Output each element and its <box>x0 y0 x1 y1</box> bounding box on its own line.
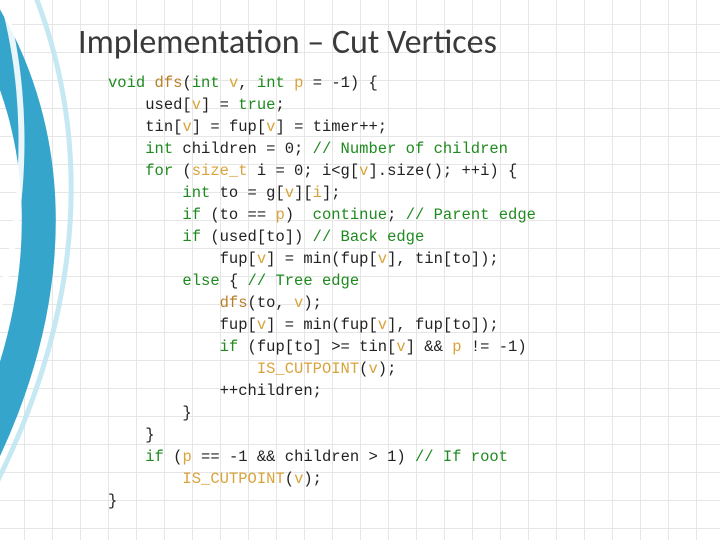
code-text: ].size(); ++i) { <box>368 162 517 180</box>
code-text: (to == <box>201 206 275 224</box>
code-text: ] = timer++; <box>275 118 387 136</box>
var-v: v <box>378 316 387 334</box>
var-v: v <box>396 338 405 356</box>
keyword-if: if <box>182 228 201 246</box>
code-text: } <box>182 404 191 422</box>
code-text: = -1) { <box>303 74 377 92</box>
var-i: i <box>313 184 322 202</box>
var-p: p <box>275 206 284 224</box>
keyword-if: if <box>145 448 164 466</box>
code-text: ], tin[to]); <box>387 250 499 268</box>
code-text: ] = fup[ <box>192 118 266 136</box>
macro-is-cutpoint: IS_CUTPOINT <box>257 360 359 378</box>
code-block: void dfs(int v, int p = -1) { used[v] = … <box>108 72 536 512</box>
code-text: ( <box>164 448 183 466</box>
slide-title: Implementation – Cut Vertices <box>78 22 497 63</box>
comment: // Back edge <box>313 228 425 246</box>
var-v: v <box>192 96 201 114</box>
code-text: (fup[to] >= tin[ <box>238 338 396 356</box>
var-p: p <box>452 338 461 356</box>
code-text: ( <box>173 162 192 180</box>
var-p: p <box>182 448 191 466</box>
code-text: i = 0; i<g[ <box>248 162 360 180</box>
code-text: , <box>238 74 257 92</box>
keyword-for: for <box>145 162 173 180</box>
var-v: v <box>378 250 387 268</box>
keyword-else: else <box>182 272 219 290</box>
code-text: ] = <box>201 96 238 114</box>
keyword-if: if <box>220 338 239 356</box>
fn-dfs: dfs <box>220 294 248 312</box>
code-text: ( <box>285 470 294 488</box>
var-v: v <box>257 316 266 334</box>
code-text: ]; <box>322 184 341 202</box>
code-text: tin[ <box>145 118 182 136</box>
code-text: { <box>220 272 248 290</box>
keyword-int: int <box>257 74 285 92</box>
keyword-int: int <box>192 74 220 92</box>
keyword-void: void <box>108 74 145 92</box>
code-text: ][ <box>294 184 313 202</box>
var-v: v <box>229 74 238 92</box>
keyword-continue: continue <box>313 206 387 224</box>
code-text: ; <box>387 206 406 224</box>
macro-is-cutpoint: IS_CUTPOINT <box>182 470 284 488</box>
keyword-int: int <box>145 140 173 158</box>
code-text: } <box>145 426 154 444</box>
code-text: ); <box>378 360 397 378</box>
keyword-int: int <box>182 184 210 202</box>
code-text: used[ <box>145 96 192 114</box>
var-v: v <box>368 360 377 378</box>
code-text: ] = min(fup[ <box>266 316 378 334</box>
comment: // Number of children <box>313 140 508 158</box>
code-text: ); <box>303 470 322 488</box>
comment: // Parent edge <box>406 206 536 224</box>
code-text: } <box>108 492 117 510</box>
comment: // Tree edge <box>248 272 360 290</box>
var-v: v <box>257 250 266 268</box>
code-text: ] && <box>406 338 453 356</box>
var-v: v <box>294 294 303 312</box>
keyword-if: if <box>182 206 201 224</box>
code-text: fup[ <box>220 250 257 268</box>
fn-dfs: dfs <box>155 74 183 92</box>
code-text: == -1 && children > 1) <box>192 448 415 466</box>
code-text: to = g[ <box>210 184 284 202</box>
code-text: != -1) <box>462 338 527 356</box>
code-text: fup[ <box>220 316 257 334</box>
code-text: ); <box>303 294 322 312</box>
code-text: ], fup[to]); <box>387 316 499 334</box>
var-v: v <box>294 470 303 488</box>
comment: // If root <box>415 448 508 466</box>
code-text: children = 0; <box>173 140 313 158</box>
code-text: ] = min(fup[ <box>266 250 378 268</box>
keyword-true: true <box>238 96 275 114</box>
type-size-t: size_t <box>192 162 248 180</box>
code-text: (to, <box>248 294 295 312</box>
code-text: ; <box>275 96 284 114</box>
var-v: v <box>182 118 191 136</box>
var-v: v <box>285 184 294 202</box>
code-text: ) <box>285 206 313 224</box>
code-text: (used[to]) <box>201 228 313 246</box>
code-text: ++children; <box>220 382 322 400</box>
